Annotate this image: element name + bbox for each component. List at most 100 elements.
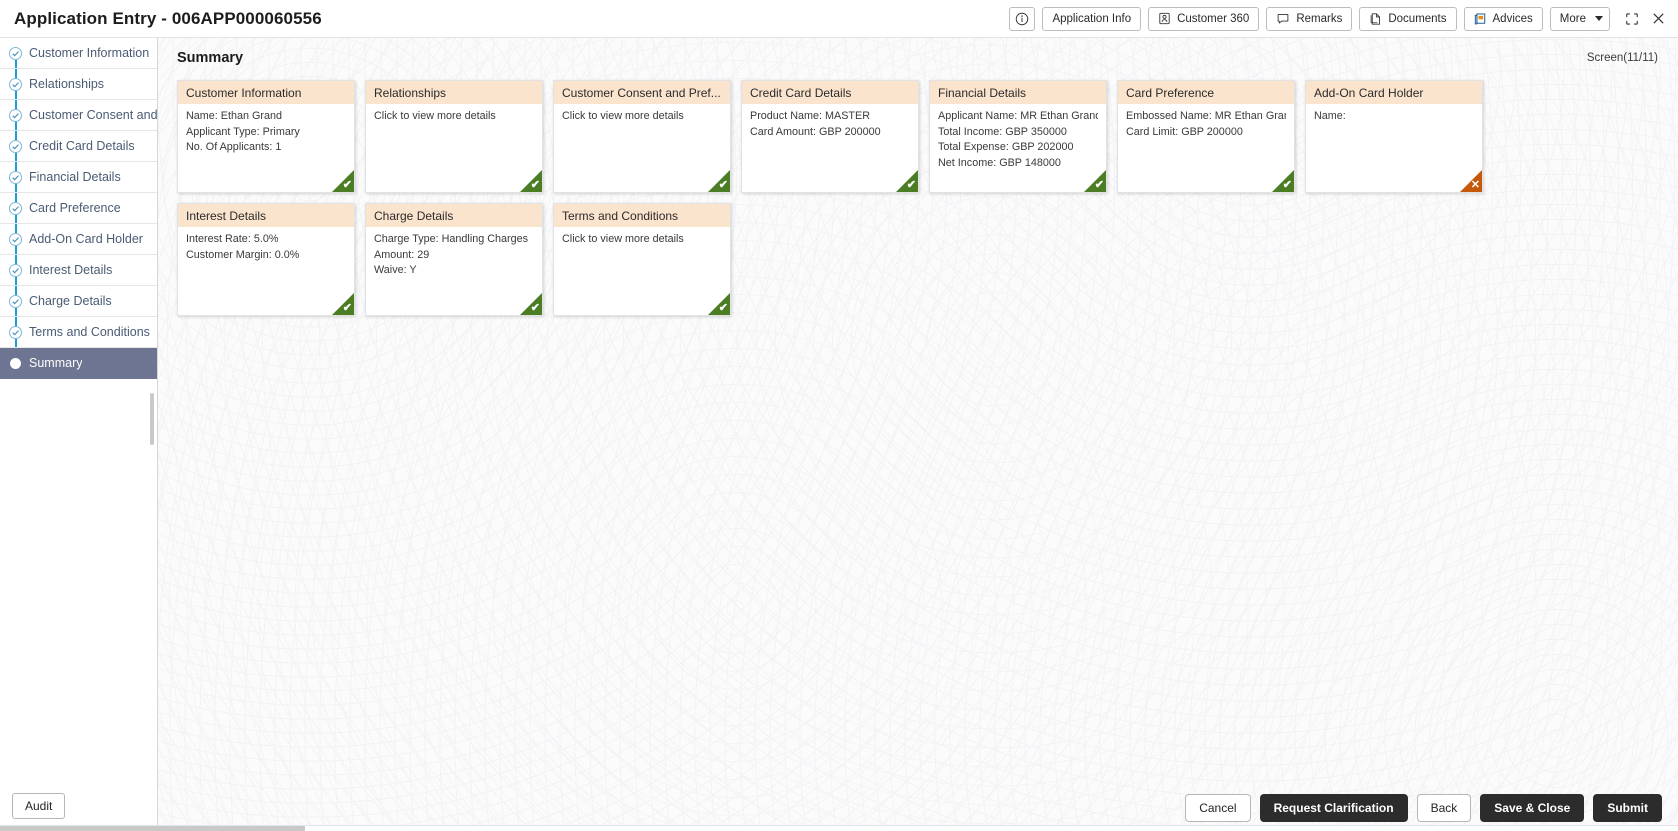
sidebar-item-customer-consent[interactable]: Customer Consent and ...	[0, 100, 157, 131]
card-title: Card Preference	[1118, 81, 1294, 104]
sidebar-item-label: Credit Card Details	[29, 139, 135, 153]
card-body: Charge Type: Handling Charges Amount: 29…	[366, 227, 542, 284]
body-wrapper: Customer Information Relationships Custo…	[0, 38, 1678, 831]
back-button[interactable]: Back	[1416, 794, 1472, 822]
check-circle-icon	[7, 76, 24, 93]
summary-card-add-on-card-holder[interactable]: Add-On Card Holder Name: ✕	[1305, 80, 1483, 193]
check-circle-icon	[7, 262, 24, 279]
sidebar-item-label: Add-On Card Holder	[29, 232, 143, 246]
check-circle-icon	[7, 293, 24, 310]
advices-button[interactable]: Advices	[1463, 6, 1543, 31]
card-body: Embossed Name: MR Ethan Grand Card Limit…	[1118, 104, 1294, 145]
card-body: Name:	[1306, 104, 1482, 130]
summary-card-terms-and-conditions[interactable]: Terms and Conditions Click to view more …	[553, 203, 731, 316]
status-badge-complete	[332, 170, 354, 192]
sidebar-item-relationships[interactable]: Relationships	[0, 69, 157, 100]
close-icon[interactable]	[1651, 11, 1666, 26]
card-title: Relationships	[366, 81, 542, 104]
cancel-button[interactable]: Cancel	[1185, 794, 1251, 822]
status-badge-complete	[708, 170, 730, 192]
bottom-strip	[0, 825, 1678, 831]
advices-icon	[1474, 12, 1487, 26]
check-circle-icon	[7, 231, 24, 248]
card-line: Embossed Name: MR Ethan Grand	[1126, 110, 1286, 122]
request-clarification-button[interactable]: Request Clarification	[1259, 794, 1408, 822]
card-line: Name: Ethan Grand	[186, 110, 283, 122]
sidebar-item-label: Financial Details	[29, 170, 121, 184]
audit-button[interactable]: Audit	[12, 793, 66, 819]
sidebar-item-charge-details[interactable]: Charge Details	[0, 286, 157, 317]
sidebar: Customer Information Relationships Custo…	[0, 38, 158, 831]
application-info-label: Application Info	[1052, 12, 1132, 25]
application-info-button[interactable]: Application Info	[1042, 6, 1142, 31]
status-badge-complete	[520, 170, 542, 192]
documents-button[interactable]: Documents	[1359, 6, 1457, 31]
sidebar-item-label: Relationships	[29, 77, 105, 91]
sidebar-item-credit-card-details[interactable]: Credit Card Details	[0, 131, 157, 162]
sidebar-item-summary[interactable]: Summary	[0, 348, 157, 379]
sidebar-scrollbar[interactable]	[150, 393, 154, 445]
card-body: Interest Rate: 5.0% Customer Margin: 0.0…	[178, 227, 354, 268]
sidebar-item-label: Charge Details	[29, 294, 112, 308]
summary-card-credit-card-details[interactable]: Credit Card Details Product Name: MASTER…	[741, 80, 919, 193]
summary-card-financial-details[interactable]: Financial Details Applicant Name: MR Eth…	[929, 80, 1107, 193]
sidebar-item-financial-details[interactable]: Financial Details	[0, 162, 157, 193]
user-card-icon	[1158, 12, 1171, 25]
chevron-down-icon	[1595, 16, 1603, 21]
card-line: Charge Type: Handling Charges	[374, 233, 529, 245]
document-icon	[1369, 12, 1382, 26]
card-line: Total Income: GBP 350000	[938, 125, 1067, 138]
sidebar-item-customer-information[interactable]: Customer Information	[0, 38, 157, 69]
submit-button[interactable]: Submit	[1593, 794, 1662, 822]
summary-card-card-preference[interactable]: Card Preference Embossed Name: MR Ethan …	[1117, 80, 1295, 193]
summary-card-customer-information[interactable]: Customer Information Name: Ethan Grand A…	[177, 80, 355, 193]
card-line: Amount: 29	[374, 248, 430, 261]
horizontal-scrollbar[interactable]	[0, 826, 305, 831]
sidebar-item-label: Card Preference	[29, 201, 121, 215]
status-badge-complete	[520, 293, 542, 315]
more-label: More	[1559, 12, 1586, 25]
sidebar-item-terms-and-conditions[interactable]: Terms and Conditions	[0, 317, 157, 348]
title-bar: Application Entry - 006APP000060556 Appl…	[0, 0, 1678, 38]
card-line: No. Of Applicants: 1	[186, 141, 282, 153]
sidebar-item-interest-details[interactable]: Interest Details	[0, 255, 157, 286]
status-badge-complete	[1084, 170, 1106, 192]
sidebar-item-label: Customer Consent and ...	[29, 108, 157, 122]
minimize-restore-icon[interactable]	[1625, 12, 1639, 26]
summary-cards-grid: Customer Information Name: Ethan Grand A…	[158, 66, 1678, 316]
summary-card-relationships[interactable]: Relationships Click to view more details…	[365, 80, 543, 193]
check-circle-icon	[7, 200, 24, 217]
card-body: Name: Ethan Grand Applicant Type: Primar…	[178, 104, 354, 161]
check-circle-icon	[7, 169, 24, 186]
check-circle-icon	[7, 107, 24, 124]
customer-360-button[interactable]: Customer 360	[1148, 6, 1260, 31]
card-body: Product Name: MASTER Card Amount: GBP 20…	[742, 104, 918, 145]
summary-card-interest-details[interactable]: Interest Details Interest Rate: 5.0% Cus…	[177, 203, 355, 316]
sidebar-item-card-preference[interactable]: Card Preference	[0, 193, 157, 224]
card-title: Credit Card Details	[742, 81, 918, 104]
page-header: Summary Screen(11/11)	[158, 38, 1678, 66]
card-line: Click to view more details	[562, 233, 684, 245]
audit-button-wrap: Audit	[12, 793, 66, 819]
remarks-label: Remarks	[1296, 12, 1343, 25]
save-and-close-button[interactable]: Save & Close	[1480, 794, 1585, 822]
status-badge-complete	[896, 170, 918, 192]
advices-label: Advices	[1492, 12, 1533, 25]
page-title: Application Entry - 006APP000060556	[14, 8, 322, 28]
info-circle-icon	[1015, 12, 1029, 26]
status-badge-complete	[708, 293, 730, 315]
card-body: Click to view more details	[554, 104, 730, 130]
status-badge-complete	[332, 293, 354, 315]
check-circle-icon	[7, 45, 24, 62]
sidebar-item-label: Terms and Conditions	[29, 325, 150, 339]
card-body: Click to view more details	[366, 104, 542, 130]
card-title: Charge Details	[366, 204, 542, 227]
sidebar-item-add-on-card-holder[interactable]: Add-On Card Holder	[0, 224, 157, 255]
remarks-button[interactable]: Remarks	[1266, 6, 1353, 31]
info-button[interactable]	[1009, 6, 1036, 31]
card-title: Terms and Conditions	[554, 204, 730, 227]
summary-card-customer-consent[interactable]: Customer Consent and Pref... Click to vi…	[553, 80, 731, 193]
sidebar-item-label: Summary	[29, 356, 83, 370]
summary-card-charge-details[interactable]: Charge Details Charge Type: Handling Cha…	[365, 203, 543, 316]
more-button[interactable]: More	[1549, 6, 1610, 31]
